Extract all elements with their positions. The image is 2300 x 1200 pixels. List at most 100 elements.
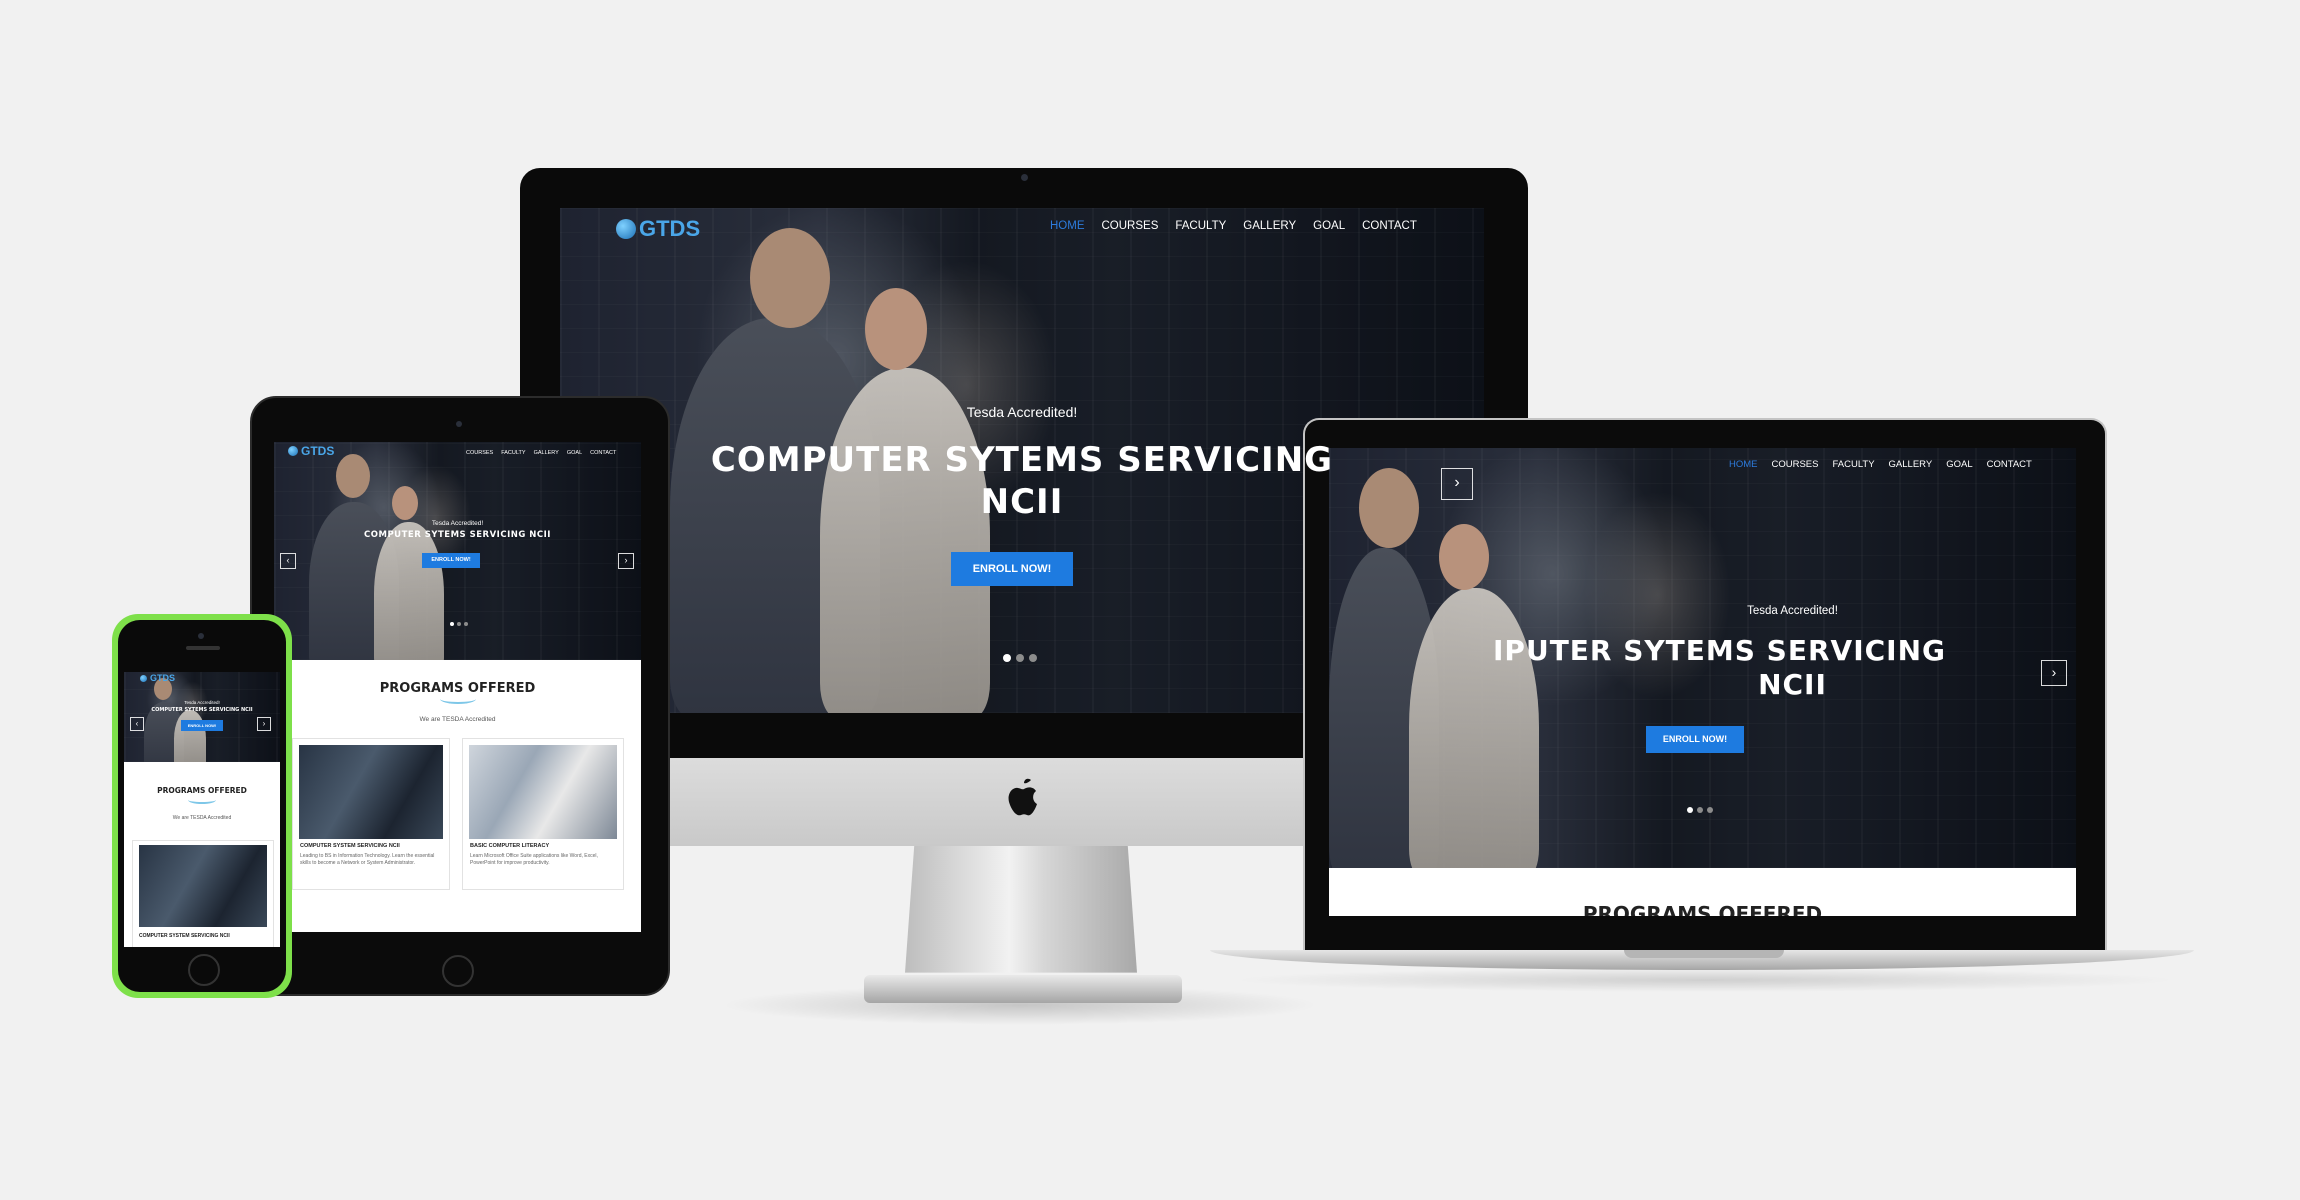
phone-hero-title: COMPUTER SYTEMS SERVICING NCII <box>151 707 253 713</box>
nav-item-courses[interactable]: COURSES <box>1102 220 1159 232</box>
tablet-carousel-dot-2[interactable] <box>457 622 461 626</box>
tablet-program-card-1-image <box>299 745 443 839</box>
hero-title-line1: COMPUTER SYTEMS SERVICING <box>710 440 1334 480</box>
chevron-left-icon: ‹ <box>135 719 139 728</box>
phone-site-logo[interactable]: GTDS <box>140 673 175 683</box>
tablet-photo-person-woman <box>374 522 444 660</box>
phone-program-card-1[interactable]: COMPUTER SYSTEM SERVICING NCII <box>132 840 274 947</box>
logo-text: GTDS <box>639 216 701 241</box>
phone-carousel-next-button[interactable]: › <box>257 717 271 731</box>
imac-stand-foot <box>864 975 1182 1003</box>
main-nav: HOME COURSES FACULTY GALLERY GOAL CONTAC… <box>1050 220 1417 232</box>
carousel-dot-2[interactable] <box>1016 654 1024 662</box>
phone-hero-eyebrow: Tesda Accredited! <box>184 700 220 705</box>
tablet-program-card-1[interactable]: COMPUTER SYSTEM SERVICING NCII Leading t… <box>292 738 450 890</box>
phone-program-card-1-title: COMPUTER SYSTEM SERVICING NCII <box>139 933 230 939</box>
tablet-logo-text: GTDS <box>301 444 335 458</box>
laptop-notch <box>1624 950 1784 958</box>
tablet-hero-eyebrow: Tesda Accredited! <box>431 520 484 527</box>
tablet-carousel-dot-1[interactable] <box>450 622 454 626</box>
hero-title-line2: NCII <box>980 482 1064 522</box>
tablet-photo-head-man <box>336 454 370 498</box>
laptop-nav-item-faculty[interactable]: FACULTY <box>1832 459 1874 470</box>
chevron-right-icon: › <box>1454 474 1460 491</box>
laptop-carousel-dot-3[interactable] <box>1707 807 1713 813</box>
carousel-dots <box>1003 654 1037 662</box>
laptop-carousel-next-button[interactable]: › <box>2041 660 2067 686</box>
tablet-program-card-2-title: BASIC COMPUTER LITERACY <box>470 843 550 849</box>
chevron-left-icon: ‹ <box>286 555 290 565</box>
laptop-photo-head-man <box>1359 468 1419 548</box>
laptop-hero-eyebrow: Tesda Accredited! <box>1747 605 1838 617</box>
laptop-shadow <box>1230 968 2180 992</box>
tablet-nav-item-gallery[interactable]: GALLERY <box>534 450 559 456</box>
laptop-carousel-dot-2[interactable] <box>1697 807 1703 813</box>
tablet-program-card-2-image <box>469 745 617 839</box>
tablet-program-card-1-desc: Leading to BS in Information Technology.… <box>300 853 435 866</box>
chevron-right-icon: › <box>624 555 628 565</box>
tablet-photo-head-woman <box>392 486 418 520</box>
tablet-programs-section: PROGRAMS OFFERED We are TESDA Accredited… <box>274 660 641 932</box>
phone-programs-title: PROGRAMS OFFERED <box>157 786 247 795</box>
tablet-carousel-dot-3[interactable] <box>464 622 468 626</box>
chevron-right-icon: › <box>2051 664 2057 680</box>
tablet-nav-item-courses[interactable]: COURSES <box>466 450 493 456</box>
tablet-carousel-next-button[interactable]: › <box>618 553 634 569</box>
hero-eyebrow: Tesda Accredited! <box>966 404 1078 420</box>
phone-logo-globe-icon <box>140 674 147 682</box>
laptop-hero-title-line1: IPUTER SYTEMS SERVICING <box>1493 634 1946 667</box>
laptop-enroll-now-button[interactable]: ENROLL NOW! <box>1646 726 1744 753</box>
tablet-nav-item-faculty[interactable]: FACULTY <box>501 450 525 456</box>
nav-item-gallery[interactable]: GALLERY <box>1243 220 1296 232</box>
phone-programs-subtitle: We are TESDA Accredited <box>172 815 232 821</box>
tablet-carousel-prev-button[interactable]: ‹ <box>280 553 296 569</box>
apple-logo-icon <box>1004 776 1044 824</box>
laptop-nav-item-contact[interactable]: CONTACT <box>1987 459 2032 470</box>
tablet-home-button[interactable] <box>442 955 474 987</box>
carousel-dot-3[interactable] <box>1029 654 1037 662</box>
nav-item-faculty[interactable]: FACULTY <box>1175 220 1226 232</box>
carousel-dot-1[interactable] <box>1003 654 1011 662</box>
laptop-carousel-dot-1[interactable] <box>1687 807 1693 813</box>
imac-camera <box>1021 174 1028 181</box>
laptop-nav-item-home[interactable]: HOME <box>1729 459 1758 470</box>
phone-enroll-now-button[interactable]: ENROLL NOW! <box>181 720 223 731</box>
tablet-program-card-1-title: COMPUTER SYSTEM SERVICING NCII <box>300 843 400 849</box>
site-logo[interactable]: GTDS <box>616 216 700 242</box>
laptop-nav: HOME COURSES FACULTY GALLERY GOAL CONTAC… <box>1729 459 2032 470</box>
phone-program-card-1-image <box>138 845 268 928</box>
tablet-logo-globe-icon <box>288 446 298 456</box>
tablet-programs-subtitle: We are TESDA Accredited <box>419 716 496 723</box>
enroll-now-button[interactable]: ENROLL NOW! <box>951 552 1073 586</box>
tablet-nav-item-contact[interactable]: CONTACT <box>590 450 616 456</box>
logo-globe-icon <box>616 219 636 239</box>
carousel-next-button[interactable]: › <box>1441 468 1473 500</box>
hero-photo-head-woman <box>865 288 927 370</box>
phone-speaker <box>186 646 220 650</box>
laptop-photo-person-woman <box>1409 588 1539 868</box>
phone-home-button[interactable] <box>188 954 220 986</box>
phone-carousel-prev-button[interactable]: ‹ <box>130 717 144 731</box>
nav-item-home[interactable]: HOME <box>1050 220 1085 232</box>
tablet-nav: COURSES FACULTY GALLERY GOAL CONTACT <box>466 450 616 456</box>
laptop-nav-item-courses[interactable]: COURSES <box>1772 459 1819 470</box>
tablet-nav-item-goal[interactable]: GOAL <box>567 450 582 456</box>
tablet-carousel-dots <box>450 622 468 626</box>
tablet-enroll-now-button[interactable]: ENROLL NOW! <box>422 553 480 568</box>
phone-logo-text: GTDS <box>150 673 176 683</box>
laptop-screen-bottom-bezel <box>1329 916 2076 950</box>
tablet-program-card-2[interactable]: BASIC COMPUTER LITERACY Learn Microsoft … <box>462 738 624 890</box>
laptop-programs-title: PROGRAMS OFFERED <box>1582 902 1823 916</box>
tablet-programs-divider <box>440 694 476 704</box>
laptop-nav-item-goal[interactable]: GOAL <box>1946 459 1972 470</box>
hero-photo-head-man <box>750 228 830 328</box>
phone-screen-hero: GTDS Tesda Accredited! COMPUTER SYTEMS S… <box>124 672 280 762</box>
phone-programs-divider <box>188 796 216 804</box>
nav-item-goal[interactable]: GOAL <box>1313 220 1345 232</box>
laptop-hero-title-line2: NCII <box>1758 668 1827 701</box>
nav-item-contact[interactable]: CONTACT <box>1362 220 1417 232</box>
laptop-nav-item-gallery[interactable]: GALLERY <box>1889 459 1933 470</box>
imac-stand <box>905 845 1137 973</box>
tablet-hero-title: COMPUTER SYTEMS SERVICING NCII <box>364 530 551 540</box>
tablet-site-logo[interactable]: GTDS <box>288 444 334 458</box>
